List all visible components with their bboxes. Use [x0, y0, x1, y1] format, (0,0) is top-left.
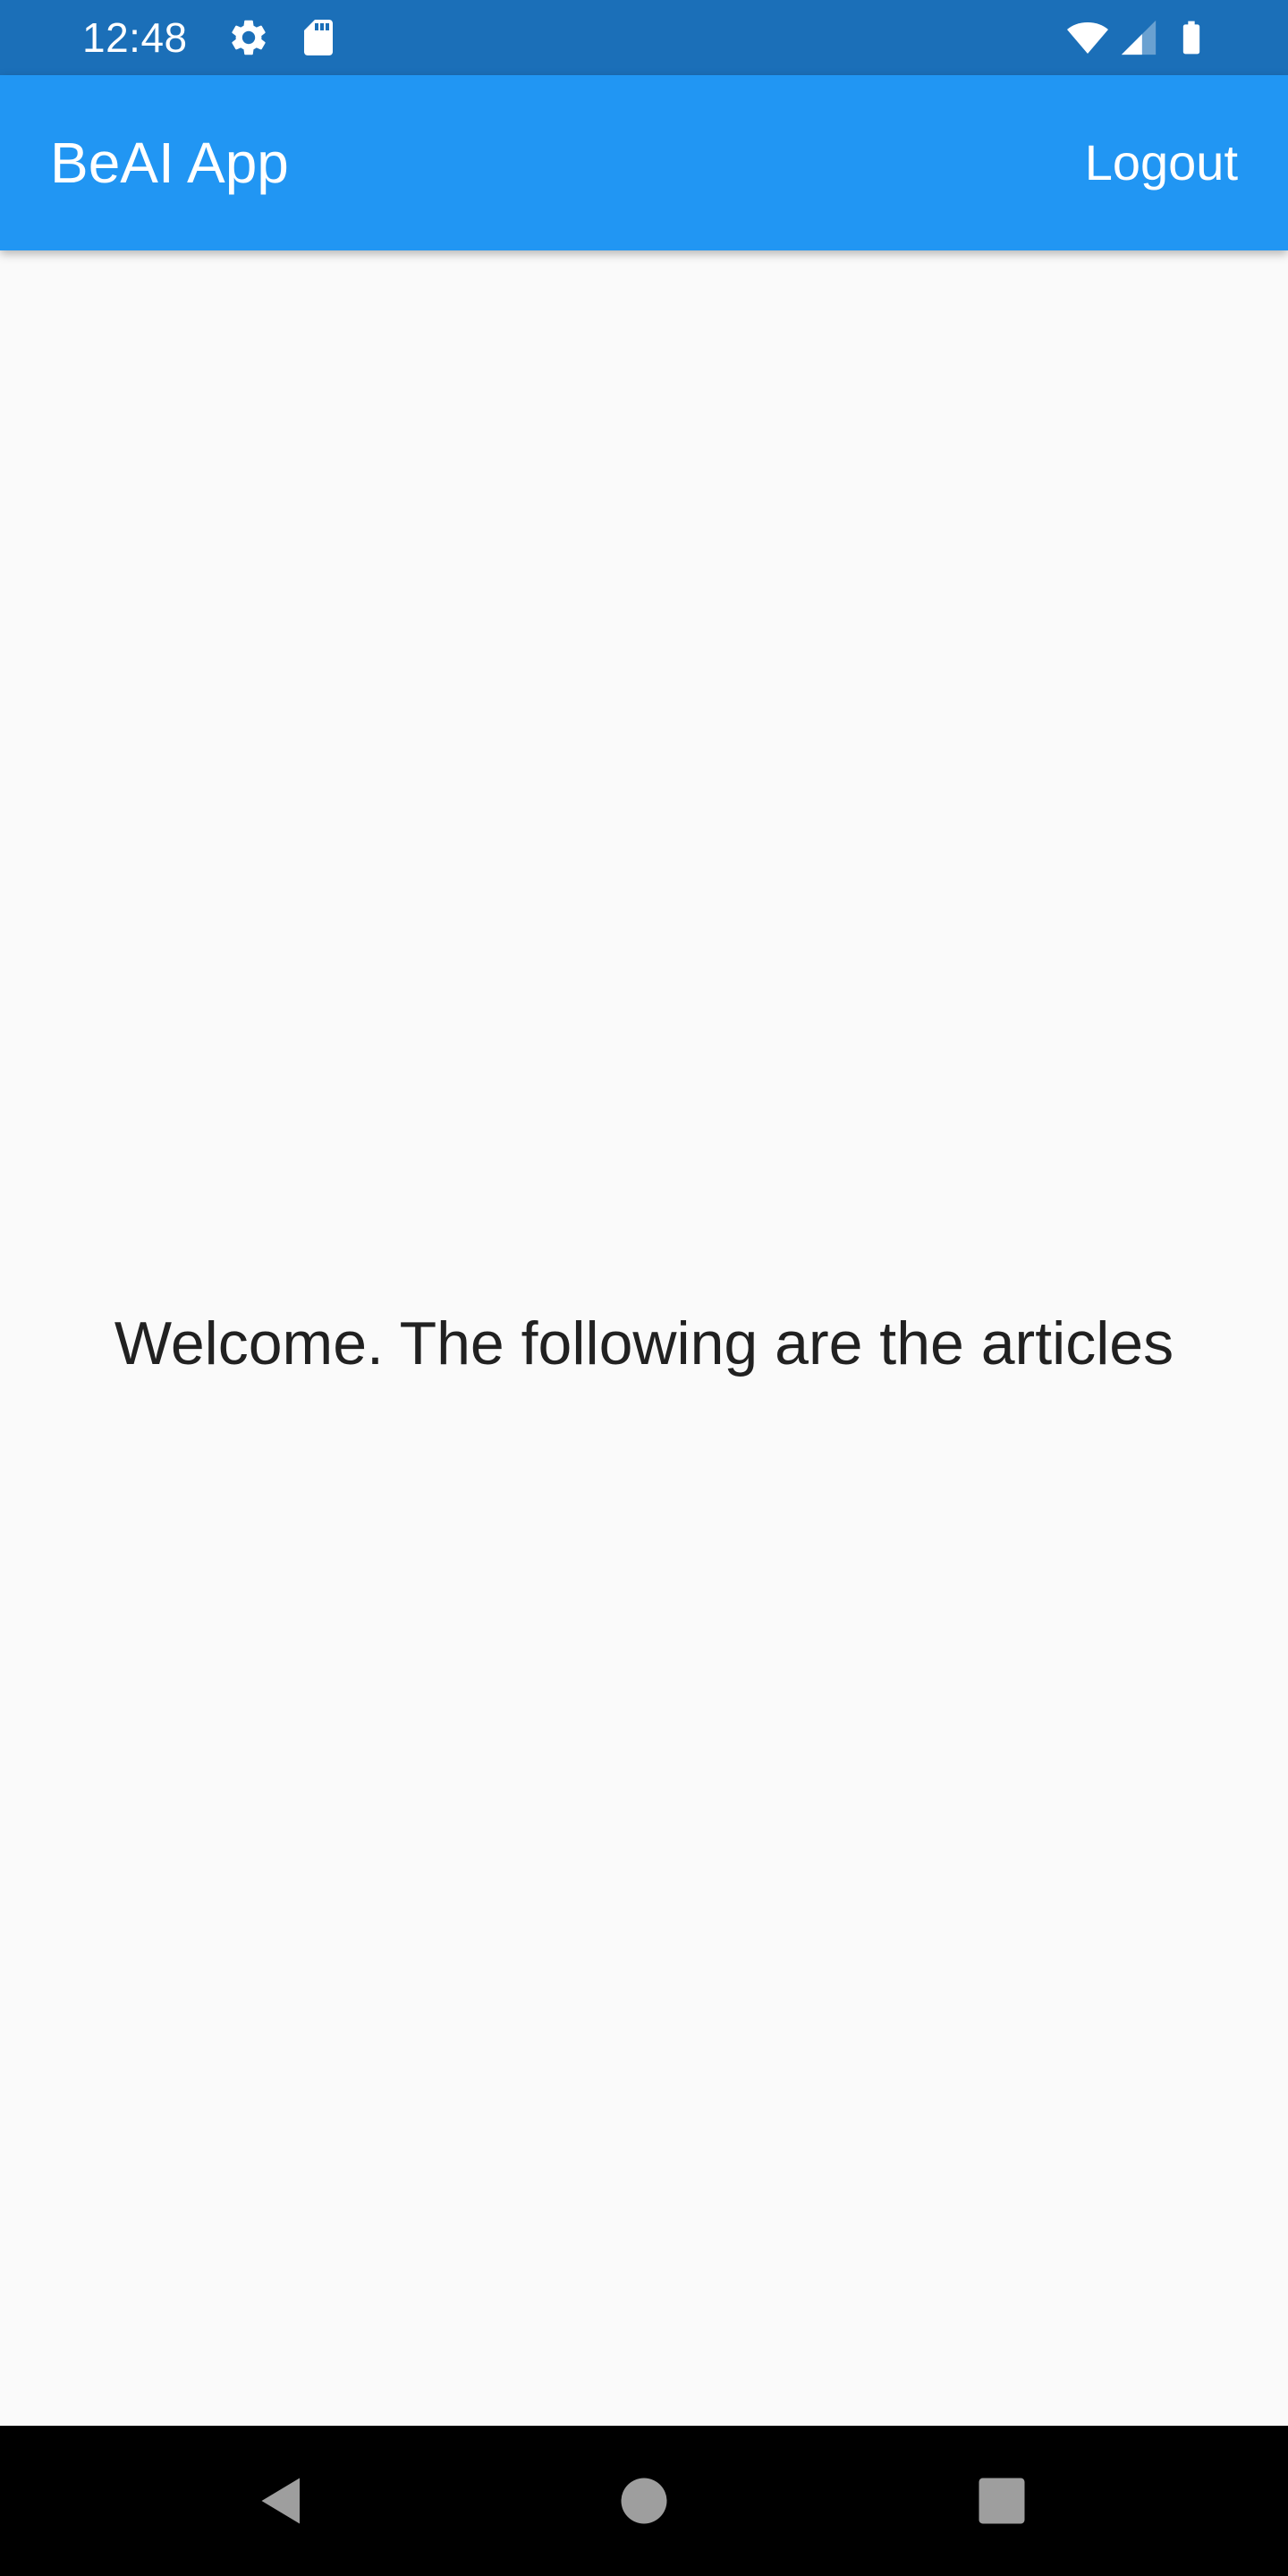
app-bar: BeAI App Logout — [0, 75, 1288, 250]
recents-icon[interactable] — [971, 2470, 1032, 2531]
navigation-bar — [0, 2426, 1288, 2576]
screen: 12:48 BeAI App Logout Welcome. The follo… — [0, 0, 1288, 2576]
back-icon[interactable] — [254, 2470, 315, 2531]
battery-icon — [1172, 16, 1211, 59]
cell-signal-icon — [1118, 16, 1159, 59]
gear-icon — [227, 16, 270, 59]
status-bar: 12:48 — [0, 0, 1288, 75]
sd-card-icon — [297, 16, 340, 59]
wifi-icon — [1064, 16, 1111, 59]
app-title: BeAI App — [50, 131, 289, 195]
logout-button[interactable]: Logout — [1085, 75, 1238, 250]
home-icon[interactable] — [614, 2470, 674, 2531]
status-time: 12:48 — [82, 14, 188, 61]
main-content: Welcome. The following are the articles — [0, 250, 1288, 2426]
welcome-text: Welcome. The following are the articles — [114, 1309, 1174, 1377]
